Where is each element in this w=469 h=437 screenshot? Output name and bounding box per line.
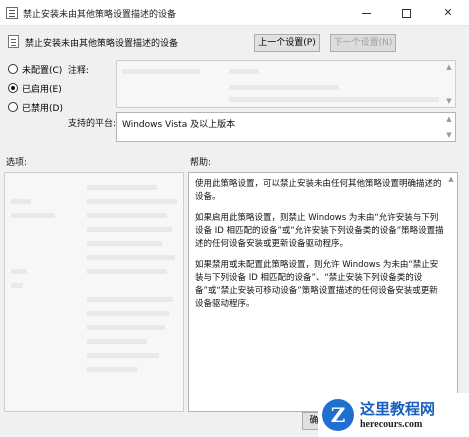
scroll-up-icon: ▲ bbox=[448, 175, 454, 183]
radio-disabled-indicator[interactable] bbox=[8, 102, 18, 112]
radio-enabled-indicator[interactable] bbox=[8, 83, 18, 93]
options-label: 选项: bbox=[6, 158, 28, 168]
watermark-site-url: herecours.com bbox=[360, 419, 423, 430]
watermark-site-name: 这里教程网 bbox=[360, 400, 436, 418]
ghost-text bbox=[87, 367, 137, 372]
comment-label: 注释: bbox=[68, 66, 90, 76]
supported-on-label: 支持的平台: bbox=[68, 119, 117, 129]
ghost-text bbox=[87, 325, 165, 330]
ghost-text bbox=[229, 97, 439, 102]
help-paragraph: 如果启用此策略设置，则禁止 Windows 为未由“允许安装与下列设备 ID 相… bbox=[195, 213, 444, 249]
radio-enabled-label: 已启用(E) bbox=[22, 84, 62, 95]
ghost-text bbox=[87, 255, 175, 260]
scroll-up-icon: ▲ bbox=[446, 115, 452, 123]
help-panel: 使用此策略设置，可以禁止安装未由任何其他策略设置明确描述的设备。 如果启用此策略… bbox=[188, 172, 458, 412]
ghost-text bbox=[87, 241, 162, 246]
supported-platform-box: Windows Vista 及以上版本 ▲ ▼ bbox=[116, 112, 456, 142]
ghost-text bbox=[229, 69, 259, 74]
radio-disabled-label: 已禁用(D) bbox=[22, 103, 63, 114]
ghost-text bbox=[11, 269, 27, 274]
policy-setting-icon bbox=[8, 35, 19, 48]
comment-textarea[interactable]: ▲ ▼ bbox=[116, 60, 456, 108]
maximize-button[interactable] bbox=[386, 0, 426, 26]
ghost-text bbox=[87, 311, 169, 316]
radio-enabled[interactable]: 已启用(E) bbox=[8, 81, 62, 95]
close-button[interactable]: ✕ bbox=[428, 0, 468, 26]
radio-not-configured-indicator[interactable] bbox=[8, 64, 18, 74]
minimize-icon bbox=[361, 12, 371, 14]
options-panel bbox=[4, 172, 184, 412]
ghost-text bbox=[87, 199, 177, 204]
help-text: 使用此策略设置，可以禁止安装未由任何其他策略设置明确描述的设备。 如果启用此策略… bbox=[195, 178, 445, 319]
ghost-text bbox=[11, 199, 31, 204]
policy-window-icon bbox=[6, 7, 18, 19]
minimize-button[interactable] bbox=[346, 0, 386, 26]
previous-setting-button[interactable]: 上一个设置(P) bbox=[254, 34, 320, 52]
next-setting-button[interactable]: 下一个设置(N) bbox=[330, 34, 396, 52]
ghost-text bbox=[11, 283, 23, 288]
radio-disabled[interactable]: 已禁用(D) bbox=[8, 100, 63, 114]
ghost-text bbox=[122, 69, 200, 74]
scroll-down-icon: ▼ bbox=[446, 97, 452, 105]
help-label: 帮助: bbox=[190, 158, 212, 168]
radio-not-configured-label: 未配置(C) bbox=[22, 65, 63, 76]
window-title: 禁止安装未由其他策略设置描述的设备 bbox=[23, 10, 177, 20]
title-bar: 禁止安装未由其他策略设置描述的设备 ✕ bbox=[0, 0, 469, 26]
ghost-text bbox=[11, 213, 55, 218]
policy-header: 禁止安装未由其他策略设置描述的设备 bbox=[0, 27, 469, 57]
radio-not-configured[interactable]: 未配置(C) bbox=[8, 62, 62, 76]
supported-platform-text: Windows Vista 及以上版本 bbox=[122, 120, 236, 130]
ghost-text bbox=[87, 269, 167, 274]
maximize-icon bbox=[401, 8, 411, 18]
help-paragraph: 使用此策略设置，可以禁止安装未由任何其他策略设置明确描述的设备。 bbox=[195, 179, 442, 202]
ghost-text bbox=[87, 227, 172, 232]
policy-title: 禁止安装未由其他策略设置描述的设备 bbox=[25, 39, 179, 49]
ghost-text bbox=[87, 297, 173, 302]
ghost-text bbox=[229, 85, 339, 90]
ghost-text bbox=[87, 213, 167, 218]
watermark-logo-icon: Z bbox=[322, 399, 354, 431]
ghost-text bbox=[87, 339, 147, 344]
scroll-down-icon: ▼ bbox=[446, 131, 452, 139]
site-watermark: Z 这里教程网 herecours.com bbox=[318, 393, 469, 437]
close-icon: ✕ bbox=[443, 6, 453, 19]
help-paragraph: 如果禁用或未配置此策略设置，则允许 Windows 为未由“禁止安装与下列设备 … bbox=[195, 260, 439, 309]
ghost-text bbox=[87, 353, 159, 358]
scroll-up-icon: ▲ bbox=[446, 63, 452, 71]
ghost-text bbox=[87, 185, 157, 190]
